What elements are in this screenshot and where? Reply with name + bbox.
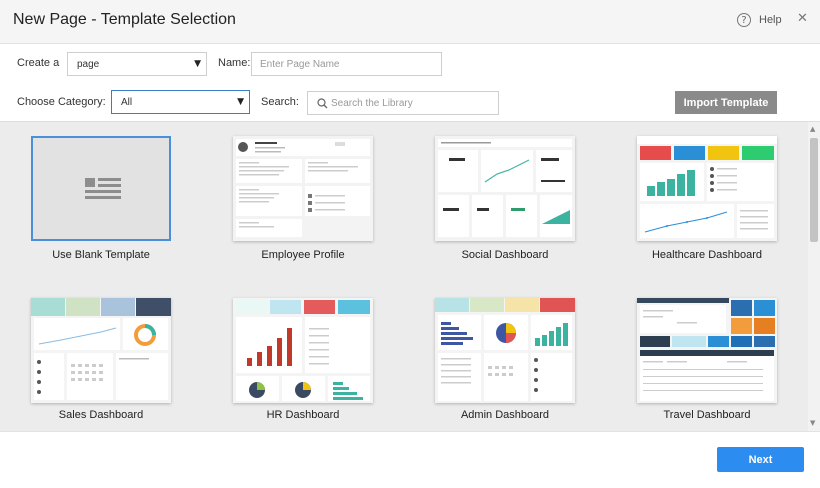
template-label: Employee Profile <box>261 249 345 261</box>
name-label: Name: <box>218 57 251 69</box>
next-button[interactable]: Next <box>717 447 804 472</box>
help-label: Help <box>759 14 782 26</box>
create-type-select[interactable]: page ▼ <box>67 52 207 76</box>
dialog-header: New Page - Template Selection ? Help ✕ <box>0 0 820 44</box>
category-select[interactable]: All ▼ <box>111 90 250 114</box>
page-name-placeholder: Enter Page Name <box>260 59 340 70</box>
scroll-thumb[interactable] <box>810 138 818 242</box>
template-preview <box>637 298 777 403</box>
create-type-value: page <box>77 59 100 70</box>
template-icon <box>85 178 121 199</box>
template-thumbnail <box>233 298 373 403</box>
import-template-button[interactable]: Import Template <box>675 91 777 114</box>
dialog-title: New Page - Template Selection <box>13 11 236 28</box>
category-label: Choose Category: <box>17 96 106 108</box>
scroll-down-icon[interactable]: ▼ <box>810 419 815 427</box>
gallery-scrollbar[interactable]: ▲ ▼ <box>808 122 820 431</box>
template-label: Travel Dashboard <box>663 409 751 421</box>
template-preview <box>233 298 373 403</box>
template-preview <box>435 298 575 403</box>
search-input[interactable]: Search the Library <box>307 91 499 115</box>
search-icon <box>317 98 328 109</box>
close-icon[interactable]: ✕ <box>797 11 809 26</box>
template-preview <box>435 136 575 241</box>
chevron-down-icon: ▼ <box>237 97 244 107</box>
template-thumbnail <box>435 298 575 403</box>
template-thumbnail <box>637 136 777 241</box>
dialog-footer <box>0 431 820 488</box>
template-label: Healthcare Dashboard <box>651 249 763 261</box>
help-icon: ? <box>737 13 751 27</box>
scroll-up-icon[interactable]: ▲ <box>810 125 815 133</box>
template-label: Use Blank Template <box>52 249 150 261</box>
template-label: Sales Dashboard <box>58 409 144 421</box>
chevron-down-icon: ▼ <box>194 59 201 69</box>
create-label: Create a <box>17 57 60 69</box>
page-name-input[interactable]: Enter Page Name <box>251 52 442 76</box>
template-thumbnail <box>435 136 575 241</box>
template-preview <box>233 136 373 241</box>
template-thumbnail <box>31 298 171 403</box>
template-preview <box>31 298 171 403</box>
template-preview <box>637 136 777 241</box>
search-placeholder: Search the Library <box>331 98 413 109</box>
template-label: HR Dashboard <box>266 409 340 421</box>
template-thumbnail <box>637 298 777 403</box>
template-label: Admin Dashboard <box>460 409 550 421</box>
template-gallery: Use Blank Template Employee Profile Soci… <box>0 122 808 431</box>
template-thumbnail <box>31 136 171 241</box>
category-value: All <box>121 97 133 108</box>
search-label: Search: <box>261 96 299 108</box>
template-label: Social Dashboard <box>461 249 549 261</box>
template-thumbnail <box>233 136 373 241</box>
help-button[interactable]: ? Help <box>737 13 782 27</box>
